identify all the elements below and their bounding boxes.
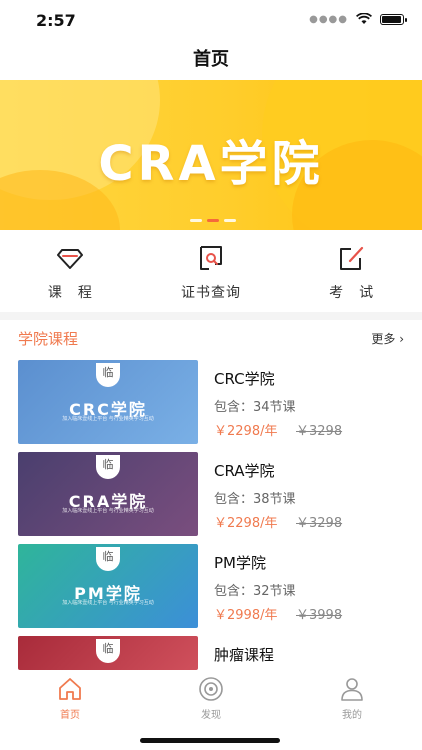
- course-lesson-count: 包含：32节课: [214, 584, 296, 599]
- nav-exam[interactable]: 考 试: [281, 230, 422, 312]
- banner-title: CRA学院: [98, 136, 324, 192]
- nav-certificate-query[interactable]: 证书查询: [141, 230, 282, 312]
- course-name: CRC学院: [214, 370, 275, 388]
- course-item-pm[interactable]: 临 PM学院 加入临床壹线上平台 与行业精英学习互动 PM学院 包含：32节课 …: [0, 544, 422, 628]
- nav-exam-label: 考 试: [329, 285, 375, 301]
- course-original-price: ￥3998: [296, 608, 343, 623]
- course-thumbnail: 临 PM学院 加入临床壹线上平台 与行业精英学习互动: [18, 544, 198, 628]
- course-lesson-count: 包含：34节课: [214, 400, 296, 415]
- course-item-oncology[interactable]: 临 肿瘤课程: [0, 636, 422, 670]
- edit-icon: [339, 246, 363, 270]
- user-icon: [341, 678, 363, 701]
- quick-nav: 课 程 证书查询 考 试: [0, 230, 422, 312]
- course-item-crc[interactable]: 临 CRC学院 加入临床壹线上平台 与行业精英学习互动 CRC学院 包含：34节…: [0, 360, 422, 444]
- tab-profile[interactable]: 我的: [312, 676, 392, 721]
- status-icons: ●●●●: [309, 13, 407, 25]
- diamond-icon: [57, 249, 84, 269]
- thumb-badge: 临: [96, 455, 120, 479]
- thumb-subtitle: 加入临床壹线上平台 与行业精英学习互动: [62, 508, 154, 514]
- course-thumbnail: 临: [18, 636, 198, 670]
- home-icon: [59, 678, 81, 700]
- course-price: ￥2298/年: [214, 516, 278, 531]
- course-name: CRA学院: [214, 462, 275, 480]
- thumb-badge: 临: [96, 363, 120, 387]
- discover-icon: [199, 677, 223, 701]
- status-time: 2:57: [36, 11, 76, 30]
- section-title: 学院课程: [18, 330, 79, 348]
- course-thumbnail: 临 CRC学院 加入临床壹线上平台 与行业精英学习互动: [18, 360, 198, 444]
- tab-profile-label: 我的: [342, 710, 362, 721]
- thumb-subtitle: 加入临床壹线上平台 与行业精英学习互动: [62, 416, 154, 422]
- course-thumbnail: 临 CRA学院 加入临床壹线上平台 与行业精英学习互动: [18, 452, 198, 536]
- banner-carousel[interactable]: CRA学院: [0, 80, 422, 230]
- home-indicator[interactable]: [140, 738, 280, 743]
- course-original-price: ￥3298: [296, 424, 343, 439]
- course-price: ￥2298/年: [214, 424, 278, 439]
- section-divider: [0, 312, 422, 320]
- carousel-dot-active[interactable]: [207, 219, 219, 222]
- nav-courses[interactable]: 课 程: [0, 230, 141, 312]
- carousel-dot[interactable]: [190, 219, 202, 222]
- status-bar: 2:57 ●●●●: [0, 0, 422, 40]
- carousel-indicator: [190, 219, 236, 222]
- course-price: ￥2998/年: [214, 608, 278, 623]
- tab-discover[interactable]: 发现: [171, 676, 251, 721]
- wifi-icon: [356, 13, 372, 24]
- thumb-badge: 临: [96, 639, 120, 663]
- course-original-price: ￥3298: [296, 516, 343, 531]
- tab-home[interactable]: 首页: [30, 676, 110, 721]
- certificate-search-icon: [200, 246, 222, 270]
- course-lesson-count: 包含：38节课: [214, 492, 296, 507]
- thumb-subtitle: 加入临床壹线上平台 与行业精英学习互动: [62, 600, 154, 606]
- course-name: PM学院: [214, 554, 266, 572]
- course-item-cra[interactable]: 临 CRA学院 加入临床壹线上平台 与行业精英学习互动 CRA学院 包含：38节…: [0, 452, 422, 536]
- more-link[interactable]: 更多 ›: [371, 330, 404, 347]
- nav-bar: 首页: [0, 40, 422, 80]
- nav-courses-label: 课 程: [47, 285, 93, 301]
- tab-discover-label: 发现: [201, 710, 221, 721]
- battery-icon: [380, 13, 407, 25]
- tab-home-label: 首页: [60, 710, 80, 721]
- signal-icon: ●●●●: [309, 13, 348, 25]
- section-header: 学院课程 更多 ›: [0, 322, 422, 354]
- nav-certificate-label: 证书查询: [181, 285, 241, 301]
- course-name: 肿瘤课程: [214, 646, 275, 664]
- page-title: 首页: [193, 49, 229, 70]
- thumb-badge: 临: [96, 547, 120, 571]
- carousel-dot[interactable]: [224, 219, 236, 222]
